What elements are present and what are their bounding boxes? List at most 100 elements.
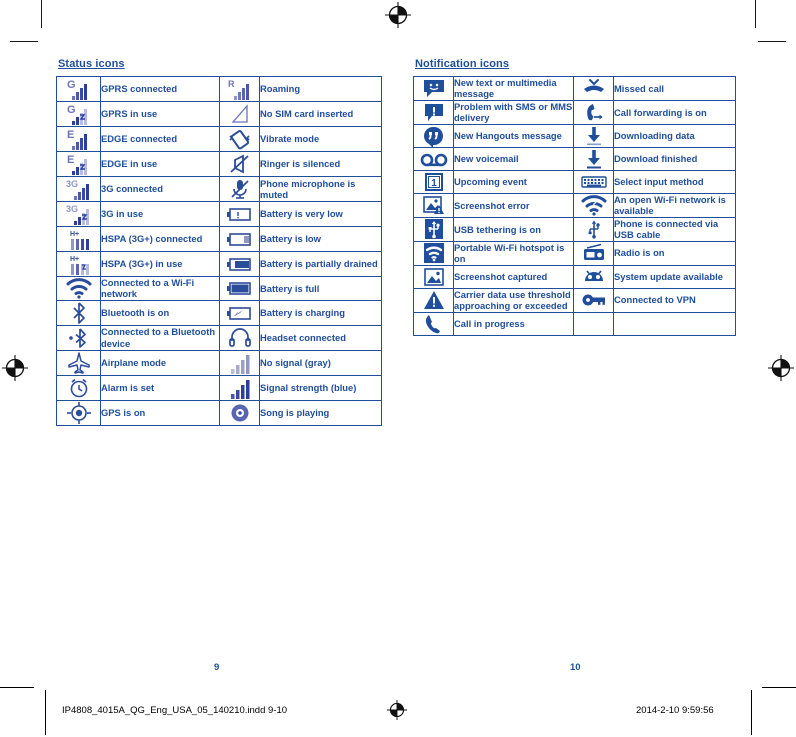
status-label: Bluetooth is on	[100, 299, 220, 326]
registration-mark-top	[385, 2, 411, 28]
footer-vrule-right	[751, 690, 752, 735]
status-icons-table: G GPRS connected R Roaming G GPRS in use…	[56, 76, 382, 426]
status-label: Battery is full	[259, 276, 382, 301]
notification-icons-table: New text or multimedia message Missed ca…	[413, 76, 736, 336]
call-in-progress-icon	[413, 311, 454, 336]
svg-text:E: E	[67, 154, 74, 166]
crop-mark-top-left-horizontal	[10, 41, 38, 42]
battery-low-icon	[219, 226, 260, 252]
status-label: No signal (gray)	[259, 349, 382, 376]
footer-vrule-left	[45, 690, 46, 735]
status-label: Ringer is silenced	[259, 151, 382, 177]
radio-on-icon	[573, 240, 614, 266]
upcoming-event-icon: 1	[413, 169, 454, 194]
notification-label: New voicemail	[453, 146, 574, 171]
song-playing-icon	[219, 399, 260, 426]
notification-label: Upcoming event	[453, 169, 574, 194]
vibrate-mode-icon	[219, 126, 260, 152]
missed-call-icon	[573, 76, 614, 101]
table-row: Screenshot captured System update availa…	[413, 264, 736, 289]
status-label: EDGE connected	[100, 126, 220, 152]
hspa-connected-icon: H+	[56, 226, 101, 252]
wifi-connected-icon	[56, 276, 101, 301]
battery-partially-drained-icon	[219, 251, 260, 277]
roaming-icon: R	[219, 76, 260, 102]
svg-text:H+: H+	[70, 256, 79, 263]
status-label: Signal strength (blue)	[259, 374, 382, 401]
message-problem-icon	[413, 99, 454, 125]
table-row: Portable Wi-Fi hotspot is on Radio is on	[413, 240, 736, 266]
notification-label: USB tethering is on	[453, 216, 574, 242]
status-label: Battery is partially drained	[259, 251, 382, 277]
status-label: Alarm is set	[100, 374, 220, 401]
empty-icon-cell	[573, 311, 614, 336]
table-row: 1 Upcoming event Select input method	[413, 169, 736, 194]
table-row: USB tethering is on Phone is connected v…	[413, 216, 736, 242]
notification-label: Call in progress	[453, 311, 574, 336]
table-row: G GPRS connected R Roaming	[56, 76, 382, 102]
headset-connected-icon	[219, 324, 260, 351]
table-row: Bluetooth is on Battery is charging	[56, 299, 382, 326]
select-input-method-icon	[573, 169, 614, 194]
table-row: 3G 3G connected Phone microphone is mute…	[56, 176, 382, 202]
footer-timestamp: 2014-2-10 9:59:56	[636, 705, 714, 716]
notification-label: New Hangouts message	[453, 123, 574, 148]
table-row: Connected to a Bluetooth device Headset …	[56, 324, 382, 351]
gprs-in-use-icon: G	[56, 101, 101, 127]
status-label: Song is playing	[259, 399, 382, 426]
screenshot-captured-icon	[413, 264, 454, 289]
notification-label: Missed call	[613, 76, 736, 101]
table-row: New Hangouts message Downloading data	[413, 123, 736, 148]
table-row: Carrier data use threshold approaching o…	[413, 287, 736, 313]
status-label: Battery is low	[259, 226, 382, 252]
svg-text:G: G	[67, 79, 76, 91]
footer-filename: IP4808_4015A_QG_Eng_USA_05_140210.indd 9…	[62, 705, 288, 716]
carrier-data-warning-icon	[413, 287, 454, 313]
bluetooth-connected-icon	[56, 324, 101, 351]
hspa-in-use-icon: H+	[56, 251, 101, 277]
registration-mark-left	[2, 355, 28, 381]
vpn-connected-icon	[573, 287, 614, 313]
table-row: E EDGE in use Ringer is silenced	[56, 151, 382, 177]
status-label: Connected to a Wi-Fi network	[100, 276, 220, 301]
call-forwarding-icon	[573, 99, 614, 125]
crop-mark-top-right-vertical	[755, 0, 756, 28]
svg-text:3G: 3G	[66, 204, 78, 214]
screenshot-error-icon	[413, 192, 454, 218]
footer-rule-left	[0, 687, 34, 688]
system-update-icon	[573, 264, 614, 289]
airplane-mode-icon	[56, 349, 101, 376]
status-label: EDGE in use	[100, 151, 220, 177]
table-row: 3G 3G in use Battery is very low	[56, 201, 382, 227]
table-row: New text or multimedia message Missed ca…	[413, 76, 736, 101]
gps-on-icon	[56, 399, 101, 426]
edge-in-use-icon: E	[56, 151, 101, 177]
svg-text:?: ?	[590, 198, 597, 210]
page-number-left: 9	[214, 662, 220, 673]
footer-rule-right	[762, 687, 796, 688]
status-label: Battery is charging	[259, 299, 382, 326]
status-label: No SIM card inserted	[259, 101, 382, 127]
status-label: GPRS connected	[100, 76, 220, 102]
status-label: HSPA (3G+) in use	[100, 251, 220, 277]
open-wifi-available-icon: ?	[573, 192, 614, 218]
table-row: G GPRS in use No SIM card inserted	[56, 101, 382, 127]
microphone-muted-icon	[219, 176, 260, 202]
bluetooth-on-icon	[56, 299, 101, 326]
hangouts-message-icon	[413, 123, 454, 148]
notification-label: Carrier data use threshold approaching o…	[453, 287, 574, 313]
gprs-connected-icon: G	[56, 76, 101, 102]
page-number-right: 10	[570, 662, 581, 673]
status-label: 3G in use	[100, 201, 220, 227]
usb-connected-icon	[573, 216, 614, 242]
status-label: HSPA (3G+) connected	[100, 226, 220, 252]
download-finished-icon	[573, 146, 614, 171]
no-signal-gray-icon	[219, 349, 260, 376]
status-label: Headset connected	[259, 324, 382, 351]
crop-mark-top-left-vertical	[41, 0, 42, 28]
table-row: Call in progress	[413, 311, 736, 336]
notification-label: Screenshot error	[453, 192, 574, 218]
notification-label: Downloading data	[613, 123, 736, 148]
status-label: Vibrate mode	[259, 126, 382, 152]
status-label: Battery is very low	[259, 201, 382, 227]
